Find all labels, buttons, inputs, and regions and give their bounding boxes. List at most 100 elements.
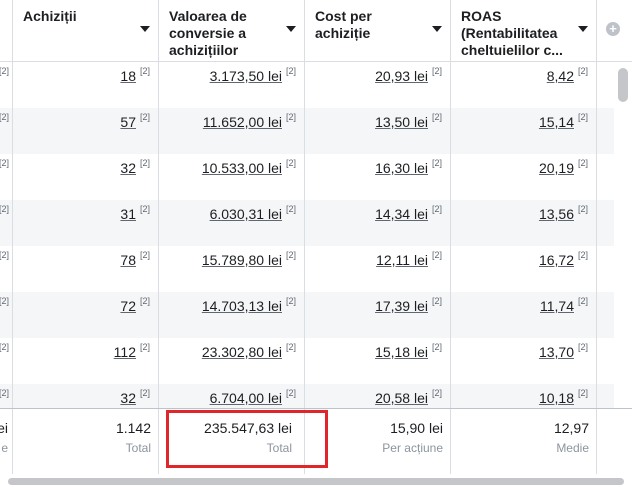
cell-achizitii: 32 [2]	[13, 384, 159, 408]
cell-value-link[interactable]: 16,72	[539, 252, 574, 268]
cell-cost: 15,18 lei [2]	[305, 338, 451, 384]
cell-value-link[interactable]: 20,58 lei	[375, 390, 428, 406]
row-stub-cell: [2]	[0, 200, 13, 246]
superscript-note: [2]	[577, 158, 588, 168]
cell-achizitii: 57 [2]	[13, 108, 159, 154]
cell-value-link[interactable]: 13,56	[539, 206, 574, 222]
cell-roas: 10,18 [2]	[451, 384, 597, 408]
cell-value-link[interactable]: 31	[120, 206, 136, 222]
table-row: [2]31[2]6.030,31 lei[2]14,34 lei[2]13,56…	[0, 200, 614, 246]
superscript-note: [2]	[431, 204, 442, 214]
footer-value: 15,90 lei	[390, 420, 443, 436]
sort-caret-icon[interactable]	[432, 26, 442, 32]
cell-value-link[interactable]: 10,18	[539, 390, 574, 406]
cell-value-link[interactable]: 13,70	[539, 344, 574, 360]
cell-cost: 17,39 lei [2]	[305, 292, 451, 338]
cell-value-link[interactable]: 11.652,00 lei	[203, 114, 282, 130]
footer-sub: Medie	[556, 441, 589, 455]
cell-value-link[interactable]: 23.302,80 lei	[202, 344, 282, 360]
superscript-note: [2]	[0, 204, 9, 214]
superscript-note: [2]	[285, 112, 296, 122]
cell-valoare: 14.703,13 lei [2]	[159, 292, 305, 338]
superscript-note: [2]	[0, 158, 9, 168]
cell-value-link[interactable]: 13,50 lei	[375, 114, 428, 130]
cell-value-link[interactable]: 78	[120, 252, 136, 268]
cell-value-link[interactable]: 6.030,31 lei	[210, 206, 282, 222]
cell-value-link[interactable]: 17,39 lei	[375, 298, 428, 314]
cell-value-link[interactable]: 32	[120, 160, 136, 176]
cell-achizitii: 112 [2]	[13, 338, 159, 384]
superscript-note: [2]	[139, 66, 150, 76]
header-cell-stub	[0, 0, 13, 62]
superscript-note: [2]	[577, 250, 588, 260]
vertical-scrollbar[interactable]	[614, 62, 632, 408]
cell-value-link[interactable]: 14.703,13 lei	[202, 298, 282, 314]
add-column-button[interactable]: +	[597, 0, 632, 62]
superscript-note: [2]	[0, 66, 9, 76]
superscript-note: [2]	[285, 250, 296, 260]
cell-value-link[interactable]: 3.173,50 lei	[210, 68, 282, 84]
column-header-valoare-conversie[interactable]: Valoarea de conversie a achizițiilor	[159, 0, 305, 62]
sort-caret-icon[interactable]	[578, 26, 588, 32]
table-body: [2]18[2]3.173,50 lei[2]20,93 lei[2]8,42[…	[0, 62, 632, 408]
cell-value-link[interactable]: 72	[120, 298, 136, 314]
superscript-note: [2]	[577, 296, 588, 306]
sort-caret-icon[interactable]	[140, 26, 150, 32]
cell-cost: 14,34 lei [2]	[305, 200, 451, 246]
cell-value-link[interactable]: 16,30 lei	[375, 160, 428, 176]
column-header-label: ROAS (Rentabilitatea cheltuielilor c...	[461, 8, 563, 58]
superscript-note: [2]	[577, 66, 588, 76]
cell-roas: 15,14 [2]	[451, 108, 597, 154]
footer-stub-sub: e	[1, 441, 8, 455]
table-row: [2]78[2]15.789,80 lei[2]12,11 lei[2]16,7…	[0, 246, 614, 292]
row-stub-cell: [2]	[0, 62, 13, 108]
superscript-note: [2]	[431, 342, 442, 352]
cell-value-link[interactable]: 12,11 lei	[376, 252, 428, 268]
vertical-scrollbar-thumb[interactable]	[618, 68, 628, 102]
cell-cost: 20,93 lei [2]	[305, 62, 451, 108]
cell-value-link[interactable]: 15,18 lei	[375, 344, 428, 360]
footer-value: 12,97	[553, 420, 589, 436]
table-row: [2]112[2]23.302,80 lei[2]15,18 lei[2]13,…	[0, 338, 614, 384]
cell-value-link[interactable]: 15.789,80 lei	[202, 252, 282, 268]
horizontal-scrollbar[interactable]	[0, 474, 632, 487]
cell-achizitii: 72 [2]	[13, 292, 159, 338]
cell-value-link[interactable]: 11,74	[540, 298, 574, 314]
cell-value-link[interactable]: 10.533,00 lei	[202, 160, 282, 176]
sort-caret-icon[interactable]	[286, 26, 296, 32]
column-header-roas[interactable]: ROAS (Rentabilitatea cheltuielilor c...	[451, 0, 597, 62]
footer-sub: Per acțiune	[382, 441, 443, 455]
table-row: [2]18[2]3.173,50 lei[2]20,93 lei[2]8,42[…	[0, 62, 614, 108]
cell-value-link[interactable]: 20,19	[539, 160, 574, 176]
column-header-cost-per-achizitie[interactable]: Cost per achiziție	[305, 0, 451, 62]
superscript-note: [2]	[285, 388, 296, 398]
cell-value-link[interactable]: 112	[114, 344, 136, 360]
superscript-note: [2]	[139, 388, 150, 398]
cell-cost: 20,58 lei [2]	[305, 384, 451, 408]
cell-value-link[interactable]: 18	[120, 68, 136, 84]
column-header-achizitii[interactable]: Achiziții	[13, 0, 159, 62]
column-header-label: Achiziții	[23, 8, 77, 24]
cell-value-link[interactable]: 57	[120, 114, 136, 130]
cell-value-link[interactable]: 14,34 lei	[375, 206, 428, 222]
footer-cell-roas: 12,97 Medie	[451, 409, 597, 475]
superscript-note: [2]	[0, 112, 9, 122]
cell-roas: 13,56 [2]	[451, 200, 597, 246]
cell-value-link[interactable]: 15,14	[539, 114, 574, 130]
horizontal-scrollbar-thumb[interactable]	[8, 478, 624, 485]
superscript-note: [2]	[577, 204, 588, 214]
cell-value-link[interactable]: 8,42	[547, 68, 574, 84]
plus-circle-icon[interactable]: +	[606, 22, 620, 36]
superscript-note: [2]	[431, 66, 442, 76]
superscript-note: [2]	[139, 342, 150, 352]
cell-value-link[interactable]: 6.704,00 lei	[210, 390, 282, 406]
row-stub-cell: [2]	[0, 338, 13, 384]
superscript-note: [2]	[139, 158, 150, 168]
footer-cell-achizitii: 1.142 Total	[13, 409, 159, 475]
table-row: [2] 72[2]14.703,13 lei[2]17,39 lei[2] 11,7…	[0, 292, 614, 338]
cell-achizitii: 18 [2]	[13, 62, 159, 108]
cell-value-link[interactable]: 20,93 lei	[375, 68, 428, 84]
column-header-label: Valoarea de conversie a achizițiilor	[169, 8, 247, 58]
cell-valoare: 15.789,80 lei [2]	[159, 246, 305, 292]
cell-value-link[interactable]: 32	[120, 390, 136, 406]
